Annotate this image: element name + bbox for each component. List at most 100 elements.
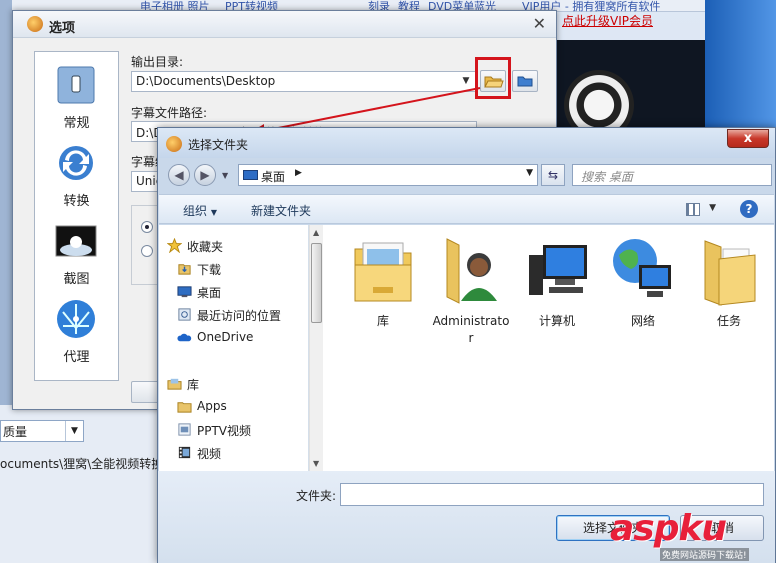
desktop-icon <box>243 170 258 180</box>
user-folder-icon <box>446 238 497 304</box>
chevron-down-icon: ▼ <box>65 421 83 441</box>
scroll-up-icon[interactable]: ▲ <box>313 228 319 237</box>
address-bar[interactable]: 桌面 ▶ ▼ <box>238 164 538 186</box>
quality-value: 质量 <box>3 425 28 439</box>
watermark-brand: aspku <box>610 508 727 549</box>
file-item-network[interactable]: 网络 <box>603 235 683 355</box>
nav-item-label: 下载 <box>197 263 222 277</box>
dialog-body: 收藏夹 下载 桌面 最近访问的位置 OneDrive 库 Apps PPTV视频… <box>159 225 774 471</box>
apps-folder-icon <box>177 402 192 413</box>
select-folder-title: 选择文件夹 <box>188 138 249 152</box>
nav-item-pptv[interactable]: PPTV视频 <box>159 419 307 441</box>
convert-icon <box>59 146 93 180</box>
folder-label: 文件夹: <box>296 489 337 503</box>
command-toolbar: 组织 ▼ 新建文件夹 ▼ ? <box>159 194 774 224</box>
libraries-folder-icon <box>354 242 412 302</box>
sidebar-item-general[interactable]: 常规 <box>35 64 118 139</box>
chevron-down-icon[interactable]: ▼ <box>709 203 716 213</box>
sidebar-item-label: 截图 <box>63 272 90 287</box>
app-logo-icon <box>166 136 182 152</box>
help-icon[interactable]: ? <box>740 200 758 218</box>
new-folder-button[interactable]: 新建文件夹 <box>251 202 311 219</box>
nav-item-label: 视频 <box>197 447 222 461</box>
search-input[interactable]: 搜索 桌面 <box>572 164 772 186</box>
chevron-down-icon[interactable]: ▼ <box>526 168 533 178</box>
computer-icon <box>529 245 587 295</box>
radio-option-1[interactable] <box>141 221 153 233</box>
output-dir-label: 输出目录: <box>131 55 184 69</box>
file-item-label: Administrator <box>432 314 510 345</box>
file-item-libraries[interactable]: 库 <box>343 235 423 355</box>
organize-button[interactable]: 组织 ▼ <box>183 202 217 219</box>
watermark-tagline: 免费网站源码下载站! <box>660 548 749 561</box>
file-item-label: 计算机 <box>538 314 575 328</box>
nav-item-desktop[interactable]: 桌面 <box>159 281 307 303</box>
blue-folder-icon <box>517 76 533 87</box>
file-item-tasks[interactable]: 任务 <box>689 235 769 355</box>
background-left-strip <box>0 0 12 420</box>
nav-item-label: 收藏夹 <box>187 240 224 254</box>
close-button[interactable]: x <box>727 129 769 148</box>
close-icon[interactable]: ✕ <box>533 14 546 33</box>
sidebar-item-convert[interactable]: 转换 <box>35 142 118 217</box>
favorites-star-icon <box>167 238 182 253</box>
sidebar-item-proxy[interactable]: 代理 <box>35 298 118 373</box>
address-value: 桌面 <box>261 170 286 184</box>
chevron-right-icon[interactable]: ▶ <box>295 168 302 178</box>
nav-item-recent[interactable]: 最近访问的位置 <box>159 304 307 326</box>
nav-scrollbar[interactable]: ▲ ▼ <box>309 225 323 471</box>
nav-item-label: 桌面 <box>197 286 222 300</box>
sidebar-item-label: 常规 <box>63 116 90 131</box>
general-icon <box>57 66 95 104</box>
desktop-icon <box>177 286 192 298</box>
nav-item-libraries[interactable]: 库 <box>159 373 307 395</box>
nav-item-onedrive[interactable]: OneDrive <box>159 327 307 349</box>
subtitle-path-label: 字幕文件路径: <box>131 106 208 120</box>
nav-item-videos[interactable]: 视频 <box>159 442 307 464</box>
scroll-thumb[interactable] <box>311 243 322 323</box>
file-item-label: 任务 <box>716 314 741 328</box>
upgrade-vip-link[interactable]: 点此升级VIP会员 <box>562 12 702 32</box>
select-folder-title-bar: 选择文件夹 x <box>158 128 775 158</box>
navigation-bar: ◀ ▶ ▼ 桌面 ▶ ▼ ⇆ 搜索 桌面 <box>158 160 775 190</box>
video-preview <box>556 40 706 140</box>
nav-item-favorites[interactable]: 收藏夹 <box>159 235 307 257</box>
screenshot-icon <box>55 225 97 257</box>
app-logo-icon <box>27 16 43 32</box>
nav-item-label: Apps <box>197 399 227 413</box>
network-globe-icon <box>613 239 671 297</box>
nav-item-label: 库 <box>187 378 200 392</box>
nav-item-label: OneDrive <box>197 330 254 344</box>
sidebar-item-label: 代理 <box>63 350 90 365</box>
organize-label: 组织 <box>183 204 208 218</box>
scroll-down-icon[interactable]: ▼ <box>313 459 319 468</box>
chevron-down-icon[interactable]: ▼ <box>222 171 228 180</box>
nav-item-apps[interactable]: Apps <box>159 396 307 418</box>
site-watermark: aspku 免费网站源码下载站! <box>600 508 776 563</box>
open-output-folder-button[interactable] <box>512 70 538 92</box>
forward-button[interactable]: ▶ <box>194 164 216 186</box>
nav-item-label: PPTV视频 <box>197 424 252 438</box>
recent-places-icon <box>178 308 191 321</box>
nav-item-downloads[interactable]: 下载 <box>159 258 307 280</box>
folder-icon <box>704 240 756 306</box>
radio-option-2[interactable] <box>141 245 153 257</box>
navigation-pane: 收藏夹 下载 桌面 最近访问的位置 OneDrive 库 Apps PPTV视频… <box>159 225 309 471</box>
quality-select[interactable]: 质量 ▼ <box>0 420 84 442</box>
file-item-label: 库 <box>376 314 389 328</box>
file-item-computer[interactable]: 计算机 <box>517 235 597 355</box>
folder-input[interactable] <box>340 483 764 506</box>
sidebar-item-screenshot[interactable]: 截图 <box>35 220 118 295</box>
onedrive-cloud-icon <box>177 333 192 342</box>
options-sidebar: 常规 转换 截图 代理 <box>34 51 119 381</box>
nav-item-label: 最近访问的位置 <box>197 309 282 323</box>
view-options-icon[interactable] <box>686 203 700 216</box>
libraries-icon <box>167 378 182 390</box>
proxy-icon <box>57 300 95 338</box>
output-path-text: ocuments\狸窝\全能视频转换器 <box>0 457 176 471</box>
file-item-administrator[interactable]: Administrator <box>431 235 511 355</box>
back-button[interactable]: ◀ <box>168 164 190 186</box>
refresh-button[interactable]: ⇆ <box>541 164 565 186</box>
options-title: 选项 <box>49 21 76 36</box>
videos-icon <box>178 446 191 459</box>
